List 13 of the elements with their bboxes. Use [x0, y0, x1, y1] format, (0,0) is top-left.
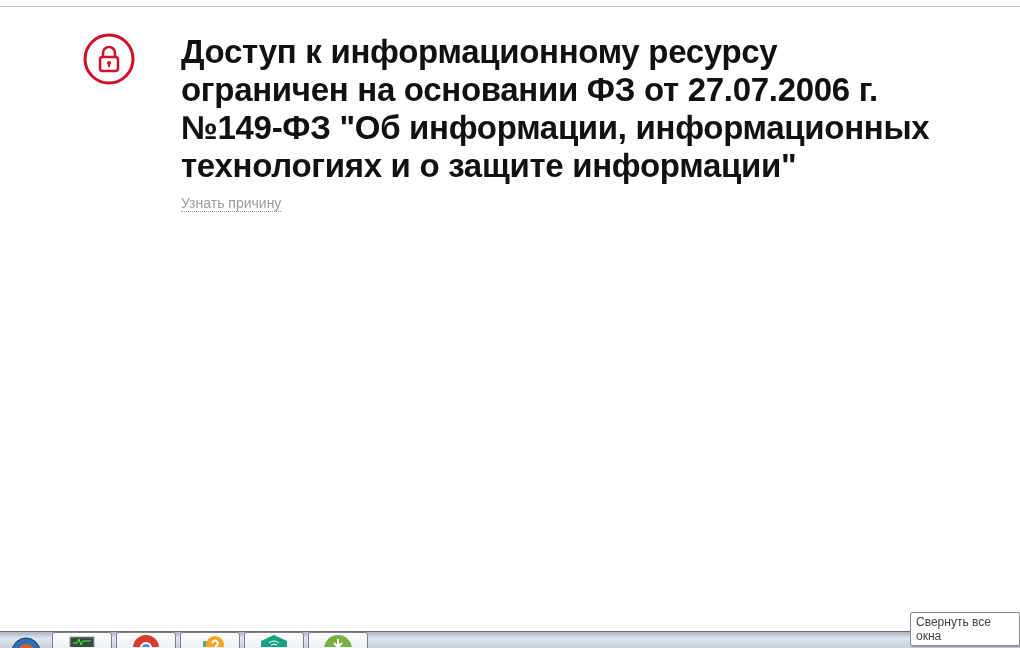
wifi-icon	[259, 633, 289, 647]
lock-icon	[83, 33, 135, 85]
taskbar-button[interactable]	[180, 632, 240, 648]
reason-link[interactable]: Узнать причину	[181, 195, 282, 212]
browser-icon	[131, 633, 161, 647]
taskbar-button[interactable]	[52, 632, 112, 648]
monitor-icon	[67, 633, 97, 647]
taskbar-button[interactable]	[244, 632, 304, 648]
tooltip: Свернуть все окна	[910, 612, 1020, 646]
taskbar-button[interactable]	[116, 632, 176, 648]
notice-title: Доступ к информационному ресурсу ограничен на основании ФЗ от 27.07.2006 г. №149-ФЗ "Об информации, информационных технологиях и о защите информации"	[181, 33, 930, 185]
torrent-icon	[323, 633, 353, 647]
taskbar-button[interactable]	[308, 632, 368, 648]
